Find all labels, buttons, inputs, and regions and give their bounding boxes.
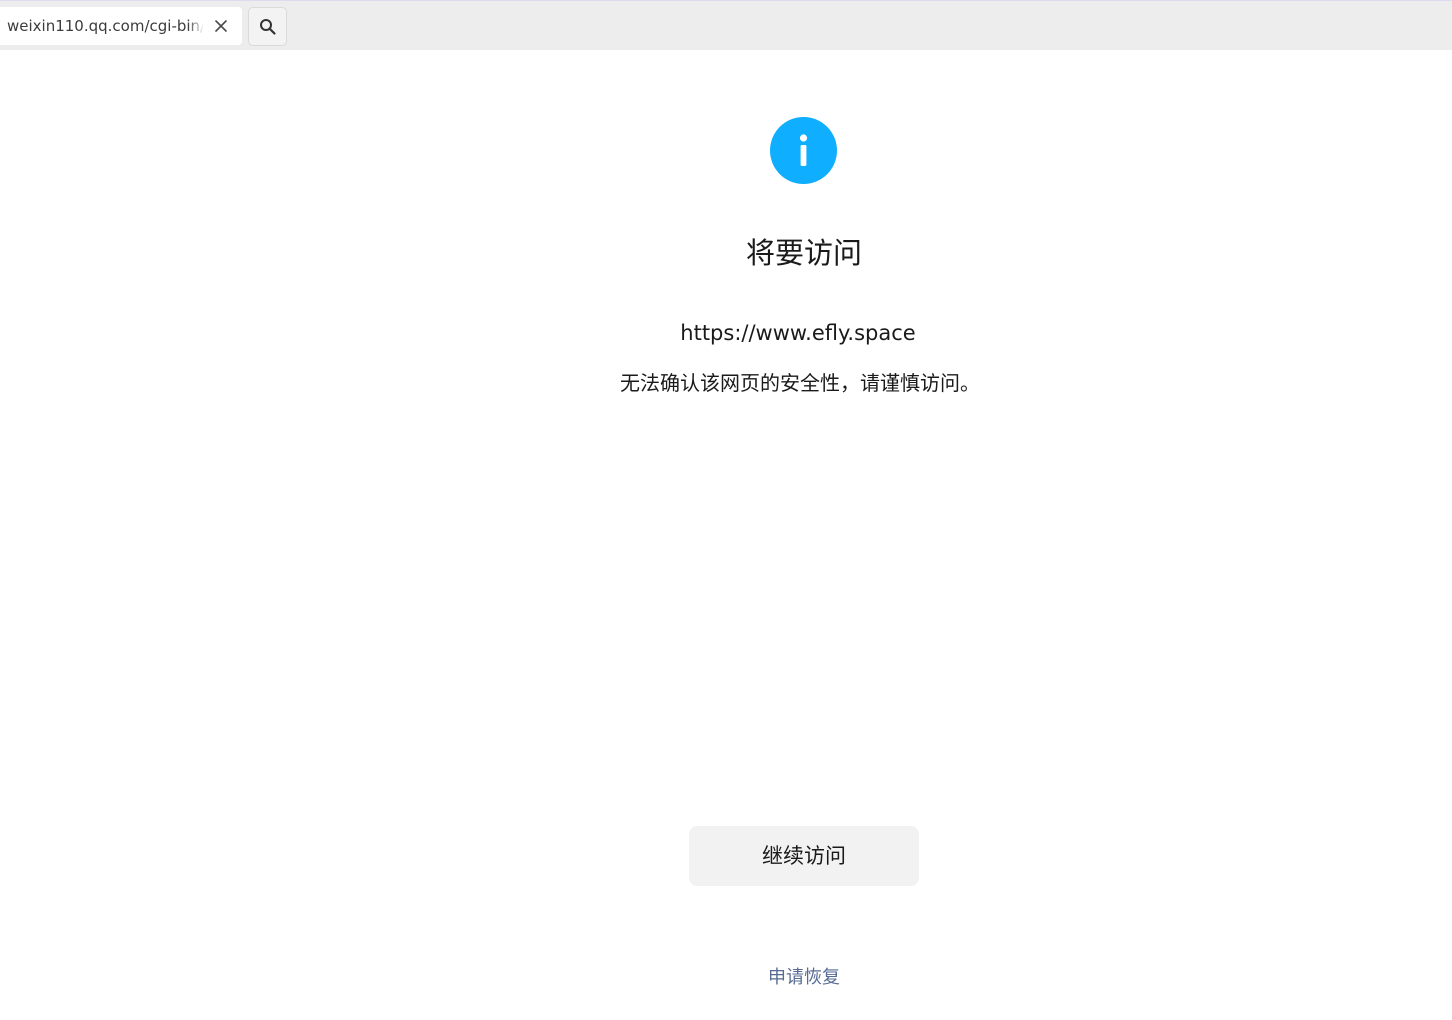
- search-icon: [260, 19, 276, 35]
- clear-url-button[interactable]: [210, 16, 232, 36]
- address-bar[interactable]: weixin110.qq.com/cgi-bin/mmspamsupport-b…: [0, 7, 242, 45]
- request-restore-link[interactable]: 申请恢复: [0, 964, 1452, 992]
- browser-toolbar: weixin110.qq.com/cgi-bin/mmspamsupport-b…: [0, 0, 1452, 50]
- address-bar-url[interactable]: weixin110.qq.com/cgi-bin/mmspamsupport-b…: [7, 7, 203, 45]
- page-title: 将要访问: [745, 236, 862, 270]
- search-button[interactable]: [248, 7, 287, 46]
- close-icon: [215, 20, 227, 32]
- continue-visit-button[interactable]: 继续访问: [689, 826, 919, 886]
- address-bar-fade: [188, 7, 204, 45]
- security-warning: 无法确认该网页的安全性，请谨慎访问。: [620, 371, 980, 395]
- info-icon: [770, 117, 837, 184]
- target-url: https://www.efly.space: [680, 321, 916, 345]
